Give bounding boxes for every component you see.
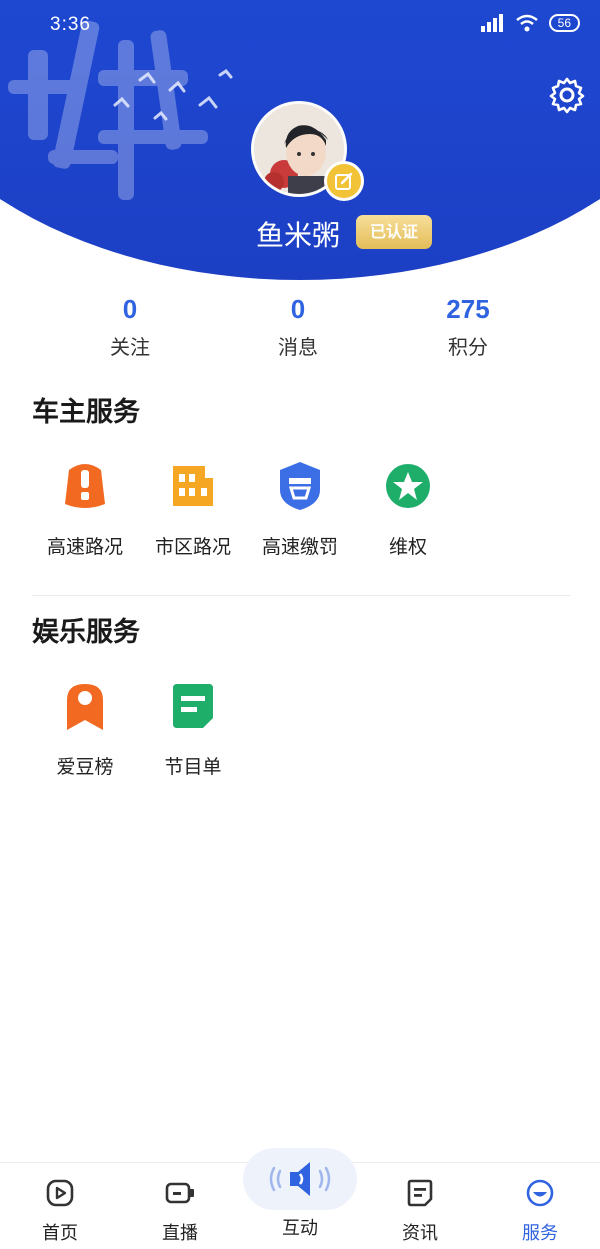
- stat-label: 关注: [110, 335, 150, 359]
- star-icon: [386, 464, 430, 508]
- stat-label: 消息: [278, 335, 318, 359]
- stat-label: 积分: [448, 335, 488, 359]
- service-rights[interactable]: 维权: [354, 458, 462, 559]
- status-icons: 56: [480, 14, 580, 32]
- gear-icon[interactable]: [548, 76, 586, 114]
- stat-value: 0: [122, 294, 138, 324]
- stat-points[interactable]: 275 积分: [408, 294, 528, 360]
- stat-following[interactable]: 0 关注: [70, 294, 190, 360]
- service-label: 维权: [388, 536, 427, 558]
- program-icon: [173, 684, 213, 728]
- signal-icon: [480, 14, 503, 32]
- birds-decoration: [113, 69, 233, 121]
- status-time: 3:36: [50, 14, 91, 35]
- nav-home[interactable]: 首页: [15, 1177, 105, 1245]
- stat-value: 0: [290, 294, 306, 324]
- username: 鱼米粥: [256, 219, 341, 252]
- edit-icon: [335, 172, 353, 190]
- service-label: 高速路况: [46, 536, 123, 558]
- highway-icon: [65, 464, 105, 508]
- verified-badge: 已认证: [356, 215, 432, 249]
- nav-label: 直播: [162, 1223, 198, 1244]
- status-bar: 3:36 56: [0, 0, 600, 50]
- wifi-icon: [515, 14, 538, 32]
- section-title-owner-services: 车主服务: [32, 397, 140, 428]
- service-city-traffic[interactable]: 市区路况: [139, 458, 247, 559]
- service-label: 爱豆榜: [56, 756, 114, 778]
- speaker-icon: [269, 1162, 331, 1196]
- nav-label: 首页: [42, 1223, 78, 1244]
- nav-label: 资讯: [402, 1223, 438, 1244]
- news-icon: [407, 1179, 433, 1207]
- stat-messages[interactable]: 0 消息: [238, 294, 358, 360]
- home-play-icon: [46, 1179, 74, 1207]
- service-label: 节目单: [164, 756, 222, 778]
- nav-label: 互动: [282, 1218, 318, 1239]
- nav-news[interactable]: 资讯: [375, 1177, 465, 1245]
- profile-header: 3:36 56 鱼米粥 已认证: [0, 0, 600, 280]
- nav-label: 服务: [522, 1223, 558, 1244]
- nav-service[interactable]: 服务: [495, 1177, 585, 1245]
- service-highway-traffic[interactable]: 高速路况: [31, 458, 139, 559]
- nav-live[interactable]: 直播: [135, 1177, 225, 1245]
- service-program-list[interactable]: 节目单: [139, 678, 247, 779]
- section-title-entertainment-services: 娱乐服务: [32, 617, 140, 648]
- battery-indicator: 56: [548, 14, 580, 32]
- edit-profile-button[interactable]: [324, 161, 364, 201]
- fine-icon: [280, 462, 320, 510]
- live-icon: [165, 1182, 194, 1204]
- nav-interact[interactable]: [243, 1148, 357, 1210]
- section-divider: [32, 595, 570, 596]
- service-label: 高速缴罚: [261, 536, 338, 558]
- ribbon-icon: [67, 684, 103, 730]
- service-highway-fines[interactable]: 高速缴罚: [246, 458, 354, 559]
- service-idol-chart[interactable]: 爱豆榜: [31, 678, 139, 779]
- city-icon: [173, 466, 213, 506]
- stat-value: 275: [446, 294, 490, 324]
- service-icon: [526, 1179, 554, 1207]
- service-label: 市区路况: [154, 536, 231, 558]
